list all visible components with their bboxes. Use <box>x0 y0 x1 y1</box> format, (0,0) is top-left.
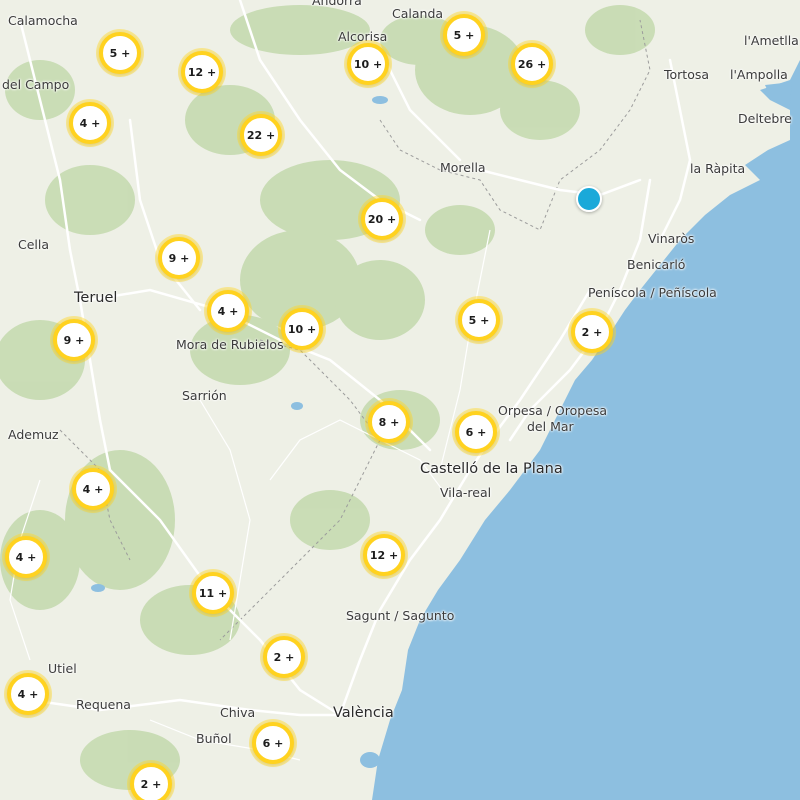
place-label-requena: Requena <box>76 697 131 712</box>
cluster-count: 4 + <box>217 304 239 318</box>
place-label-sagunt: Sagunt / Sagunto <box>346 608 455 623</box>
map-view[interactable]: Andorra Calamocha Calanda Alcorisa l'Ame… <box>0 0 800 800</box>
cluster-marker[interactable]: 6 + <box>455 411 497 453</box>
cluster-marker[interactable]: 4 + <box>69 102 111 144</box>
map-basemap[interactable] <box>0 0 800 800</box>
place-label-cella: Cella <box>18 237 50 252</box>
cluster-marker[interactable]: 8 + <box>368 401 410 443</box>
cluster-marker[interactable]: 12 + <box>181 51 223 93</box>
place-label-utiel: Utiel <box>48 661 77 676</box>
cluster-marker[interactable]: 10 + <box>347 43 389 85</box>
place-label-deltebre: Deltebre <box>738 111 792 126</box>
place-label-la-rapita: la Ràpita <box>690 161 746 176</box>
cluster-marker[interactable]: 4 + <box>207 290 249 332</box>
cluster-marker[interactable]: 4 + <box>5 536 47 578</box>
cluster-count: 5 + <box>109 46 131 60</box>
place-label-sarrion: Sarrión <box>182 388 227 403</box>
cluster-count: 11 + <box>198 586 228 600</box>
cluster-count: 5 + <box>453 28 475 42</box>
cluster-count: 26 + <box>517 57 547 71</box>
cluster-count: 12 + <box>369 548 399 562</box>
cluster-marker[interactable]: 26 + <box>511 43 553 85</box>
cluster-marker[interactable]: 5 + <box>443 14 485 56</box>
place-label-vila-real: Vila-real <box>440 485 492 500</box>
place-label-vinaros: Vinaròs <box>648 231 695 246</box>
cluster-count: 8 + <box>378 415 400 429</box>
cluster-count: 4 + <box>15 550 37 564</box>
cluster-count: 20 + <box>367 212 397 226</box>
place-label-tortosa: Tortosa <box>664 67 710 82</box>
place-label-calanda: Calanda <box>392 6 444 21</box>
place-label-chiva: Chiva <box>220 705 256 720</box>
cluster-marker[interactable]: 2 + <box>571 311 613 353</box>
place-label-benicarlo: Benicarló <box>627 257 686 272</box>
cluster-marker[interactable]: 2 + <box>263 636 305 678</box>
cluster-marker[interactable]: 2 + <box>130 763 172 800</box>
cluster-count: 10 + <box>287 322 317 336</box>
place-label-andorra: Andorra <box>312 0 362 8</box>
cluster-count: 9 + <box>63 333 85 347</box>
place-label-mora-de-rubielos: Mora de Rubielos <box>176 337 284 352</box>
place-label-valencia: València <box>333 705 394 721</box>
cluster-count: 2 + <box>273 650 295 664</box>
place-label-bunol: Buñol <box>196 731 232 746</box>
place-label-alcorisa: Alcorisa <box>338 29 388 44</box>
cluster-marker[interactable]: 5 + <box>99 32 141 74</box>
cluster-marker[interactable]: 5 + <box>458 299 500 341</box>
place-label-del-mar: del Mar <box>527 419 574 434</box>
cluster-count: 12 + <box>187 65 217 79</box>
place-label-castello: Castelló de la Plana <box>420 461 563 477</box>
cluster-marker[interactable]: 9 + <box>53 319 95 361</box>
cluster-marker[interactable]: 11 + <box>192 572 234 614</box>
cluster-marker[interactable]: 4 + <box>72 468 114 510</box>
cluster-marker[interactable]: 10 + <box>281 308 323 350</box>
place-label-teruel: Teruel <box>74 290 118 306</box>
cluster-count: 2 + <box>581 325 603 339</box>
place-label-ademuz: Ademuz <box>8 427 59 442</box>
place-label-del-campo: del Campo <box>2 77 70 92</box>
cluster-marker[interactable]: 6 + <box>252 722 294 764</box>
cluster-marker[interactable]: 20 + <box>361 198 403 240</box>
cluster-count: 4 + <box>17 687 39 701</box>
cluster-marker[interactable]: 22 + <box>240 114 282 156</box>
cluster-count: 4 + <box>79 116 101 130</box>
cluster-count: 2 + <box>140 777 162 791</box>
place-label-calamocha: Calamocha <box>8 13 78 28</box>
place-label-morella: Morella <box>440 160 486 175</box>
cluster-count: 5 + <box>468 313 490 327</box>
location-point-marker[interactable] <box>576 186 602 212</box>
cluster-count: 10 + <box>353 57 383 71</box>
place-label-lampolla: l'Ampolla <box>730 67 788 82</box>
cluster-count: 9 + <box>168 251 190 265</box>
cluster-marker[interactable]: 4 + <box>7 673 49 715</box>
cluster-marker[interactable]: 12 + <box>363 534 405 576</box>
cluster-count: 6 + <box>262 736 284 750</box>
cluster-count: 6 + <box>465 425 487 439</box>
cluster-count: 4 + <box>82 482 104 496</box>
cluster-marker[interactable]: 9 + <box>158 237 200 279</box>
place-label-peniscola: Peníscola / Peñíscola <box>588 285 717 300</box>
cluster-count: 22 + <box>246 128 276 142</box>
place-label-lametlla: l'Ametlla <box>744 33 799 48</box>
place-label-orpesa-oropesa: Orpesa / Oropesa <box>498 403 608 418</box>
